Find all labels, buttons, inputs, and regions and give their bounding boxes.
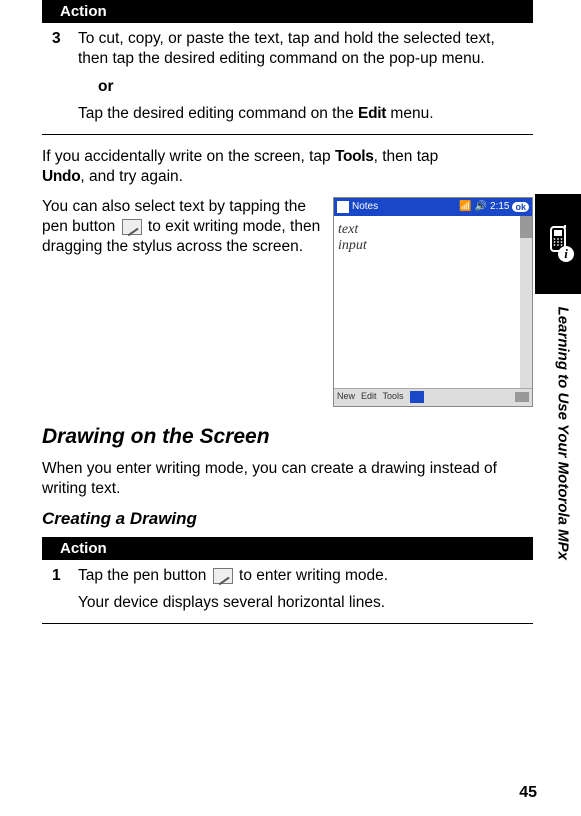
screenshot-time: 2:15 xyxy=(490,201,509,212)
undo-label: Undo xyxy=(42,168,80,185)
section-heading: Drawing on the Screen xyxy=(42,425,533,449)
pen-icon xyxy=(213,568,233,584)
select-paragraph: You can also select text by tapping the … xyxy=(42,197,321,256)
screenshot-body: text input xyxy=(334,216,532,388)
divider xyxy=(42,134,533,135)
undo-mid: , then tap xyxy=(374,148,439,165)
side-section-title: Learning to Use Your Motorola MPx xyxy=(554,307,571,560)
menu-edit: Edit xyxy=(361,391,377,403)
handwriting-line-1: text xyxy=(338,222,516,238)
pen-icon xyxy=(122,219,142,235)
step-number: 1 xyxy=(52,566,66,614)
notes-screenshot: Notes 📶 🔊 2:15 ok text input New Edit T xyxy=(333,197,533,407)
page-number: 45 xyxy=(519,784,537,802)
tools-label: Tools xyxy=(335,148,374,165)
step-1: 1 Tap the pen button to enter writing mo… xyxy=(42,564,533,620)
edit-menu-label: Edit xyxy=(358,105,386,122)
step3-text-b-post: menu. xyxy=(386,105,433,122)
undo-paragraph: If you accidentally write on the screen,… xyxy=(42,147,533,187)
step3-text-a: To cut, copy, or paste the text, tap and… xyxy=(78,30,495,67)
pen-toggle-icon xyxy=(410,391,424,403)
page-content: Action 3 To cut, copy, or paste the text… xyxy=(0,0,581,624)
step3-text-b-pre: Tap the desired editing command on the xyxy=(78,105,358,122)
drawing-paragraph: When you enter writing mode, you can cre… xyxy=(42,459,533,499)
menu-new: New xyxy=(337,391,355,403)
step-text: To cut, copy, or paste the text, tap and… xyxy=(78,29,523,124)
signal-icon: 📶 xyxy=(459,201,471,212)
sub-heading: Creating a Drawing xyxy=(42,509,533,529)
divider xyxy=(42,623,533,624)
screenshot-bottombar: New Edit Tools xyxy=(334,388,532,406)
step1-text-c: Your device displays several horizontal … xyxy=(78,594,385,611)
speaker-icon: 🔊 xyxy=(475,201,487,212)
handwriting-line-2: input xyxy=(338,238,516,254)
action-header-2: Action xyxy=(42,537,533,560)
step1-text-b: to enter writing mode. xyxy=(235,567,388,584)
ok-button: ok xyxy=(512,202,529,212)
windows-flag-icon xyxy=(337,201,349,213)
step1-text-a: Tap the pen button xyxy=(78,567,211,584)
undo-post: , and try again. xyxy=(80,168,183,185)
step-number: 3 xyxy=(52,29,66,124)
screenshot-title: Notes xyxy=(352,201,378,212)
svg-text:i: i xyxy=(564,246,568,261)
scrollbar-thumb xyxy=(520,216,532,238)
screenshot-titlebar: Notes 📶 🔊 2:15 ok xyxy=(334,198,532,216)
or-label: or xyxy=(98,77,523,97)
phone-info-icon: i xyxy=(538,225,578,265)
step-3: 3 To cut, copy, or paste the text, tap a… xyxy=(42,27,533,130)
menu-tools: Tools xyxy=(383,391,404,403)
action-header-1: Action xyxy=(42,0,533,23)
select-text-row: You can also select text by tapping the … xyxy=(42,197,533,407)
step-text: Tap the pen button to enter writing mode… xyxy=(78,566,523,614)
undo-pre: If you accidentally write on the screen,… xyxy=(42,148,335,165)
keyboard-icon xyxy=(515,392,529,402)
